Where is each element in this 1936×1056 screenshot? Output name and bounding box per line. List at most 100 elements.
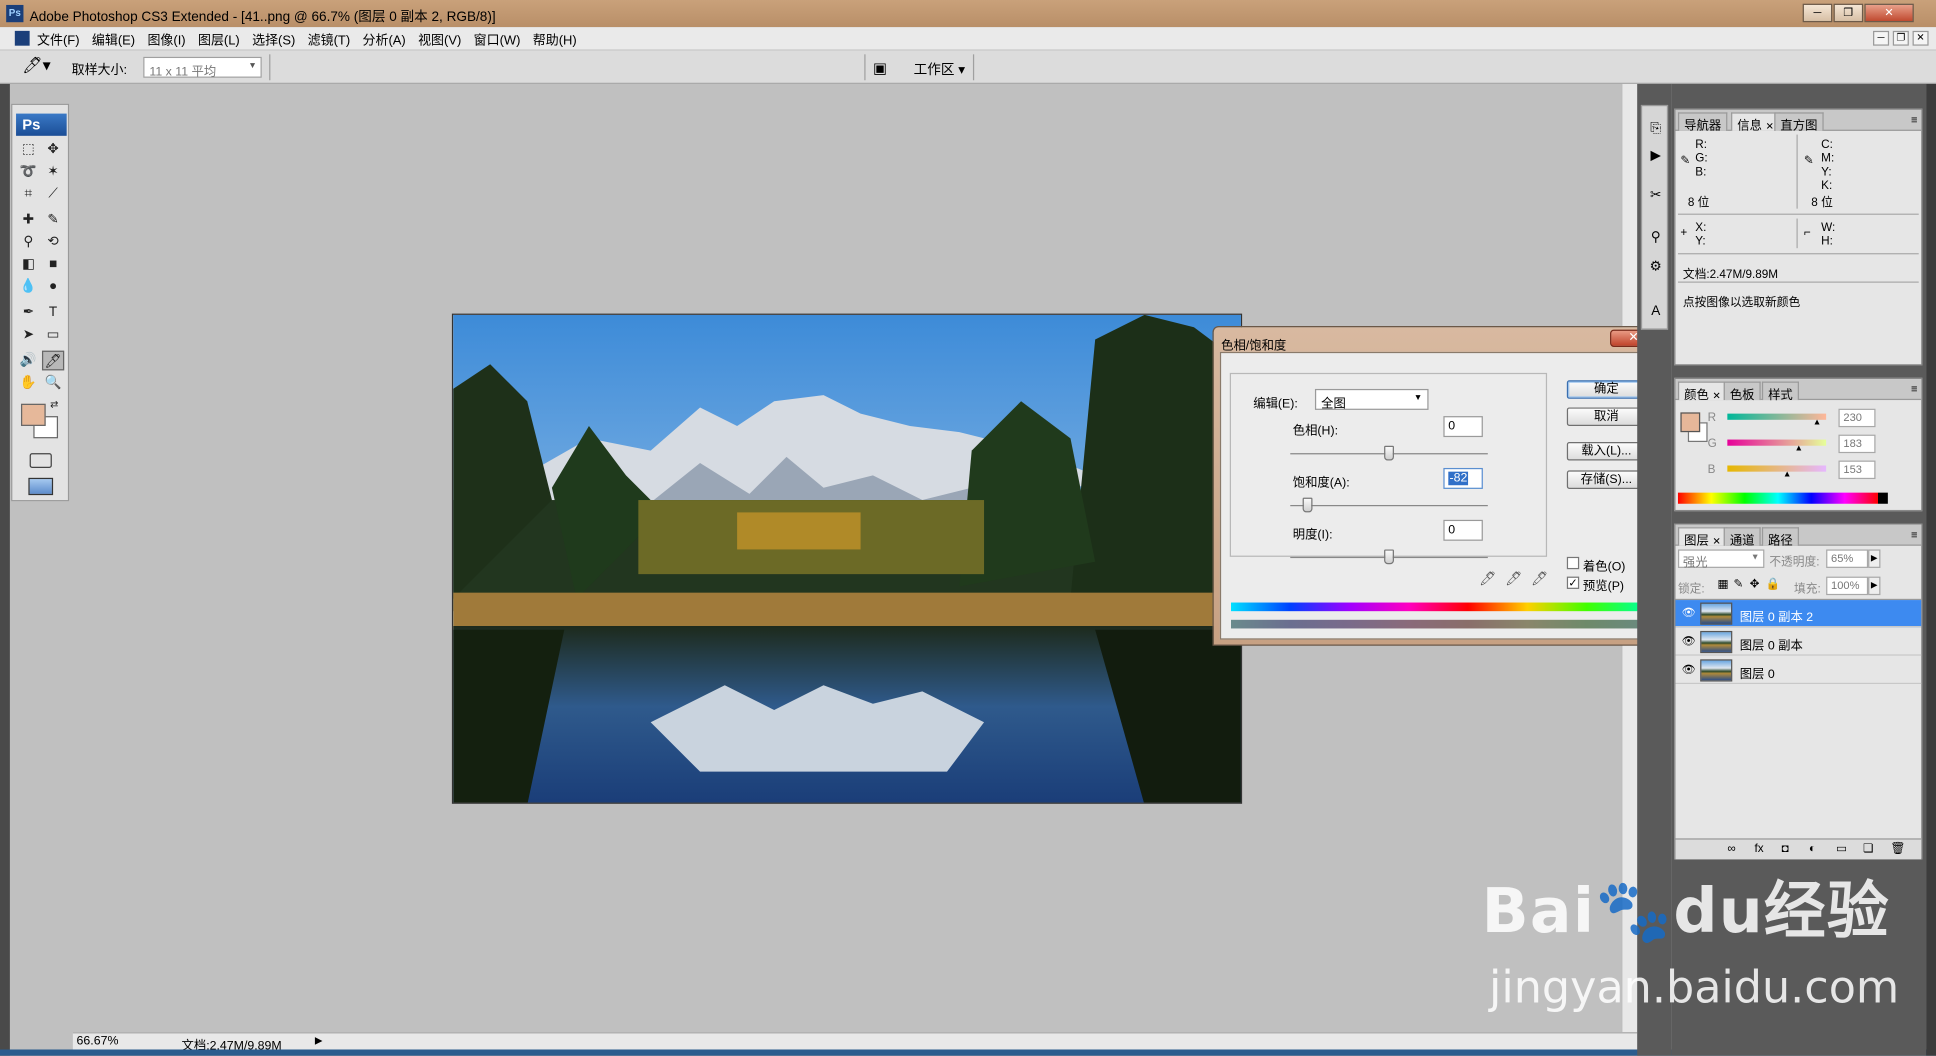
- close-icon[interactable]: ✕: [1713, 536, 1721, 547]
- status-menu-arrow-icon[interactable]: ▶: [315, 1035, 323, 1046]
- panel-menu-icon[interactable]: ≡: [1911, 114, 1918, 126]
- eyedropper-minus-icon[interactable]: 🖊: [1531, 570, 1548, 587]
- sample-size-select[interactable]: 11 x 11 平均 ▼: [143, 56, 262, 79]
- menu-filter[interactable]: 滤镜(T): [308, 31, 351, 50]
- blue-value[interactable]: 153: [1838, 460, 1876, 480]
- swap-colors-icon[interactable]: ⇄: [47, 399, 62, 411]
- notes-tool[interactable]: 🔊: [17, 351, 39, 371]
- path-select-tool[interactable]: ➤: [17, 325, 39, 345]
- history-brush-tool[interactable]: ⟲: [42, 232, 64, 252]
- opacity-arrow-icon[interactable]: ▶: [1868, 549, 1881, 568]
- magic-wand-tool[interactable]: ✶: [42, 162, 64, 182]
- red-slider-row[interactable]: R ▲ 230: [1683, 408, 1911, 429]
- crop-tool[interactable]: ⌗: [17, 184, 39, 204]
- eyedropper-plus-icon[interactable]: 🖊: [1505, 570, 1522, 587]
- zoom-level[interactable]: 66.67%: [77, 1035, 119, 1049]
- tab-histogram[interactable]: 直方图: [1774, 112, 1824, 133]
- workspace-icon[interactable]: ▣: [873, 59, 887, 76]
- marquee-tool[interactable]: ⬚: [17, 140, 39, 160]
- hue-input[interactable]: 0: [1443, 416, 1483, 438]
- close-button[interactable]: ✕: [1864, 3, 1914, 23]
- save-button[interactable]: 存储(S)...: [1566, 470, 1646, 489]
- menu-select[interactable]: 选择(S): [252, 31, 295, 50]
- hand-tool[interactable]: ✋: [17, 373, 39, 393]
- layer-row[interactable]: 👁 图层 0: [1675, 657, 1922, 685]
- layer-name[interactable]: 图层 0 副本: [1740, 635, 1803, 654]
- preview-checkbox[interactable]: ✓: [1566, 576, 1580, 589]
- character-icon[interactable]: A: [1646, 301, 1666, 321]
- blue-gradient[interactable]: [1727, 465, 1827, 472]
- screen-mode-button[interactable]: [28, 477, 54, 496]
- lock-position-icon[interactable]: ✥: [1750, 578, 1760, 592]
- tab-info[interactable]: 信息 ✕: [1731, 112, 1781, 133]
- zoom-tool[interactable]: 🔍: [42, 373, 64, 393]
- menu-edit[interactable]: 编辑(E): [92, 31, 135, 50]
- colorize-checkbox[interactable]: [1566, 556, 1580, 570]
- layer-row[interactable]: 👁 图层 0 副本 2: [1675, 600, 1922, 628]
- opacity-input[interactable]: 65%: [1826, 549, 1869, 568]
- tab-paths[interactable]: 路径: [1761, 527, 1799, 548]
- dodge-tool[interactable]: ●: [42, 277, 64, 297]
- gradient-tool[interactable]: ■: [42, 254, 64, 274]
- red-value[interactable]: 230: [1838, 408, 1876, 428]
- lightness-slider-thumb[interactable]: [1384, 549, 1394, 565]
- layer-name[interactable]: 图层 0 副本 2: [1740, 606, 1813, 625]
- pen-tool[interactable]: ✒: [17, 303, 39, 323]
- black-swatch[interactable]: [1877, 492, 1888, 504]
- eyedropper-icon[interactable]: 🖊: [1479, 570, 1496, 587]
- saturation-slider-thumb[interactable]: [1303, 497, 1313, 513]
- quick-mask-button[interactable]: [29, 453, 52, 468]
- menu-layer[interactable]: 图层(L): [198, 31, 240, 50]
- red-slider-thumb[interactable]: ▲: [1813, 419, 1822, 428]
- lightness-input[interactable]: 0: [1443, 519, 1483, 541]
- menu-help[interactable]: 帮助(H): [533, 31, 577, 50]
- brush-tool[interactable]: ✎: [42, 210, 64, 230]
- shape-tool[interactable]: ▭: [42, 325, 64, 345]
- ok-button[interactable]: 确定: [1566, 380, 1646, 399]
- hue-slider-thumb[interactable]: [1384, 445, 1394, 461]
- visibility-eye-icon[interactable]: 👁: [1682, 606, 1697, 618]
- menu-analysis[interactable]: 分析(A): [363, 31, 406, 50]
- red-gradient[interactable]: [1727, 413, 1827, 420]
- color-spectrum-bar[interactable]: [1677, 492, 1878, 504]
- minimize-button[interactable]: ─: [1802, 3, 1833, 23]
- lock-pixels-icon[interactable]: ✎: [1734, 578, 1744, 592]
- clone-source-icon[interactable]: ⚙: [1646, 257, 1666, 277]
- saturation-slider-track[interactable]: [1290, 504, 1488, 507]
- workspace-button[interactable]: 工作区 ▾: [914, 59, 965, 79]
- type-tool[interactable]: T: [42, 303, 64, 323]
- document-image[interactable]: [451, 313, 1243, 804]
- doc-minimize-button[interactable]: ─: [1873, 30, 1890, 46]
- close-icon[interactable]: ✕: [1713, 390, 1721, 401]
- slice-tool[interactable]: ⟋: [42, 184, 64, 204]
- blue-slider-thumb[interactable]: ▲: [1783, 470, 1792, 479]
- layer-name[interactable]: 图层 0: [1740, 663, 1775, 682]
- tab-color[interactable]: 颜色 ✕: [1677, 381, 1727, 403]
- green-gradient[interactable]: [1727, 439, 1827, 446]
- saturation-input[interactable]: -82: [1443, 467, 1483, 489]
- brushes-icon[interactable]: ⚲: [1646, 227, 1666, 247]
- tab-swatches[interactable]: 色板: [1723, 381, 1761, 403]
- panel-menu-icon[interactable]: ≡: [1911, 383, 1918, 395]
- healing-tool[interactable]: ✚: [17, 210, 39, 230]
- menu-image[interactable]: 图像(I): [147, 31, 185, 50]
- visibility-eye-icon[interactable]: 👁: [1682, 635, 1697, 647]
- tool-presets-icon[interactable]: ✂: [1646, 185, 1666, 205]
- eyedropper-icon[interactable]: 🖊▾: [22, 56, 59, 78]
- green-slider-thumb[interactable]: ▲: [1795, 444, 1804, 453]
- doc-close-button[interactable]: ✕: [1912, 30, 1929, 46]
- menu-window[interactable]: 窗口(W): [474, 31, 521, 50]
- visibility-eye-icon[interactable]: 👁: [1682, 663, 1697, 675]
- green-slider-row[interactable]: G ▲ 183: [1683, 434, 1911, 455]
- eraser-tool[interactable]: ◧: [17, 254, 39, 274]
- document-icon[interactable]: [14, 30, 30, 46]
- tab-navigator[interactable]: 导航器: [1677, 112, 1728, 133]
- foreground-color-swatch[interactable]: [20, 403, 46, 426]
- edit-select[interactable]: 全图 ▼: [1314, 388, 1429, 411]
- tab-styles[interactable]: 样式: [1761, 381, 1799, 403]
- lock-all-icon[interactable]: 🔒: [1766, 578, 1781, 592]
- panel-menu-icon[interactable]: ≡: [1911, 528, 1918, 540]
- history-icon[interactable]: ⎘: [1646, 119, 1666, 139]
- maximize-button[interactable]: ❐: [1833, 3, 1864, 23]
- layer-row[interactable]: 👁 图层 0 副本: [1675, 628, 1922, 656]
